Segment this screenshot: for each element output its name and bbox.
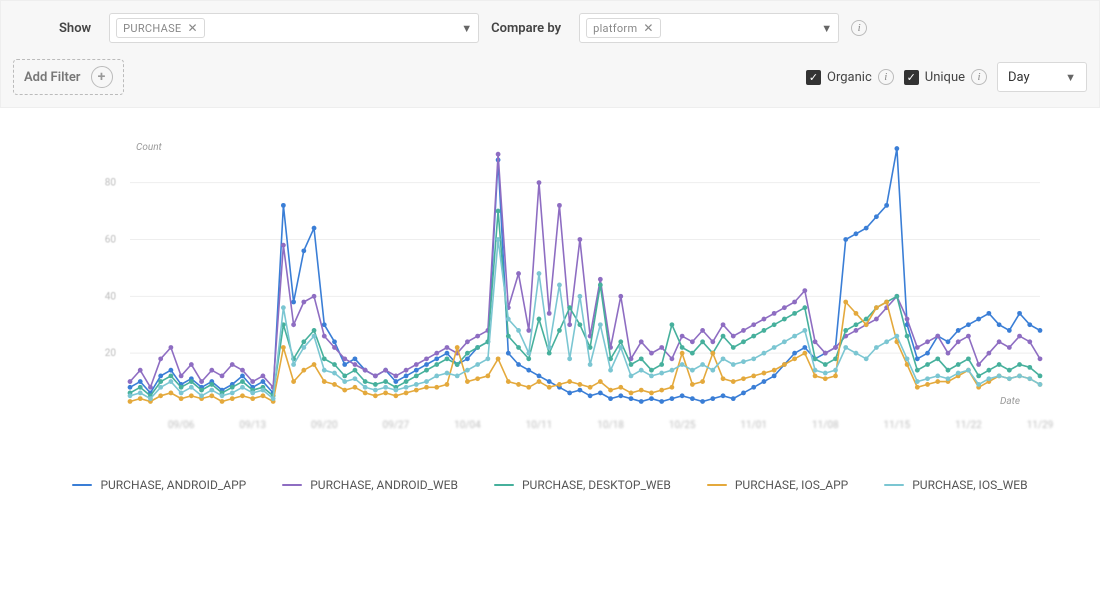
unique-label: Unique: [925, 70, 965, 85]
add-filter-label: Add Filter: [24, 70, 81, 85]
info-icon[interactable]: i: [971, 69, 987, 85]
show-chip[interactable]: PURCHASE ✕: [116, 18, 205, 38]
legend-item-android-web[interactable]: PURCHASE, ANDROID_WEB: [282, 478, 458, 492]
legend-label: PURCHASE, ANDROID_WEB: [310, 478, 458, 492]
legend-item-desktop-web[interactable]: PURCHASE, DESKTOP_WEB: [494, 478, 671, 492]
svg-text:10/18: 10/18: [597, 420, 624, 431]
organic-label: Organic: [827, 70, 872, 85]
chart-area: 20 40 60 80 Count Date 09/06 09/13 09/20 09/27 10/…: [0, 108, 1100, 536]
svg-text:09/06: 09/06: [168, 420, 195, 431]
check-icon: ✓: [806, 70, 821, 85]
compare-chip-label: platform: [593, 22, 637, 35]
remove-show-chip-icon[interactable]: ✕: [187, 21, 197, 35]
svg-text:11/29: 11/29: [1027, 420, 1054, 431]
legend: PURCHASE, ANDROID_APP PURCHASE, ANDROID_…: [30, 460, 1070, 516]
granularity-select[interactable]: Day ▼: [997, 62, 1087, 92]
svg-text:11/08: 11/08: [812, 420, 839, 431]
compare-chip[interactable]: platform ✕: [586, 18, 661, 38]
legend-label: PURCHASE, IOS_WEB: [912, 478, 1027, 492]
svg-text:10/04: 10/04: [454, 420, 481, 431]
svg-text:11/22: 11/22: [955, 420, 982, 431]
svg-text:Date: Date: [1000, 396, 1020, 407]
svg-text:60: 60: [105, 234, 117, 245]
compare-label: Compare by: [491, 21, 561, 36]
show-select[interactable]: PURCHASE ✕ ▼: [109, 13, 479, 43]
legend-item-ios-app[interactable]: PURCHASE, IOS_APP: [707, 478, 848, 492]
svg-text:09/20: 09/20: [311, 420, 338, 431]
remove-compare-chip-icon[interactable]: ✕: [643, 21, 653, 35]
organic-checkbox[interactable]: ✓ Organic i: [806, 69, 894, 85]
compare-select[interactable]: platform ✕ ▼: [579, 13, 839, 43]
legend-swatch: [282, 484, 302, 486]
chevron-down-icon: ▼: [1065, 71, 1076, 84]
unique-checkbox[interactable]: ✓ Unique i: [904, 69, 987, 85]
legend-swatch: [707, 484, 727, 486]
legend-swatch: [72, 484, 92, 486]
svg-text:20: 20: [105, 348, 117, 359]
legend-label: PURCHASE, DESKTOP_WEB: [522, 478, 671, 492]
show-label: Show: [59, 21, 91, 36]
svg-text:09/27: 09/27: [383, 420, 410, 431]
chevron-down-icon: ▼: [461, 22, 472, 35]
granularity-label: Day: [1008, 70, 1030, 85]
legend-item-android-app[interactable]: PURCHASE, ANDROID_APP: [72, 478, 246, 492]
options-group: ✓ Organic i ✓ Unique i Day ▼: [806, 62, 1087, 92]
svg-text:80: 80: [105, 178, 117, 189]
show-chip-label: PURCHASE: [123, 22, 181, 35]
plus-icon: +: [91, 66, 113, 88]
line-chart[interactable]: 20 40 60 80 Count Date 09/06 09/13 09/20 09/27 10/…: [30, 120, 1070, 460]
svg-text:40: 40: [105, 291, 117, 302]
info-icon[interactable]: i: [851, 20, 867, 36]
legend-swatch: [494, 484, 514, 486]
svg-text:Count: Count: [136, 142, 163, 153]
controls-panel: Show PURCHASE ✕ ▼ Compare by platform ✕ …: [0, 0, 1100, 108]
info-icon[interactable]: i: [878, 69, 894, 85]
chevron-down-icon: ▼: [821, 22, 832, 35]
check-icon: ✓: [904, 70, 919, 85]
svg-text:11/01: 11/01: [740, 420, 767, 431]
legend-item-ios-web[interactable]: PURCHASE, IOS_WEB: [884, 478, 1027, 492]
legend-swatch: [884, 484, 904, 486]
svg-text:10/11: 10/11: [526, 420, 553, 431]
legend-label: PURCHASE, ANDROID_APP: [100, 478, 246, 492]
add-filter-button[interactable]: Add Filter +: [13, 59, 124, 95]
svg-text:11/15: 11/15: [884, 420, 911, 431]
svg-text:09/13: 09/13: [239, 420, 266, 431]
legend-label: PURCHASE, IOS_APP: [735, 478, 848, 492]
svg-text:10/25: 10/25: [669, 420, 696, 431]
